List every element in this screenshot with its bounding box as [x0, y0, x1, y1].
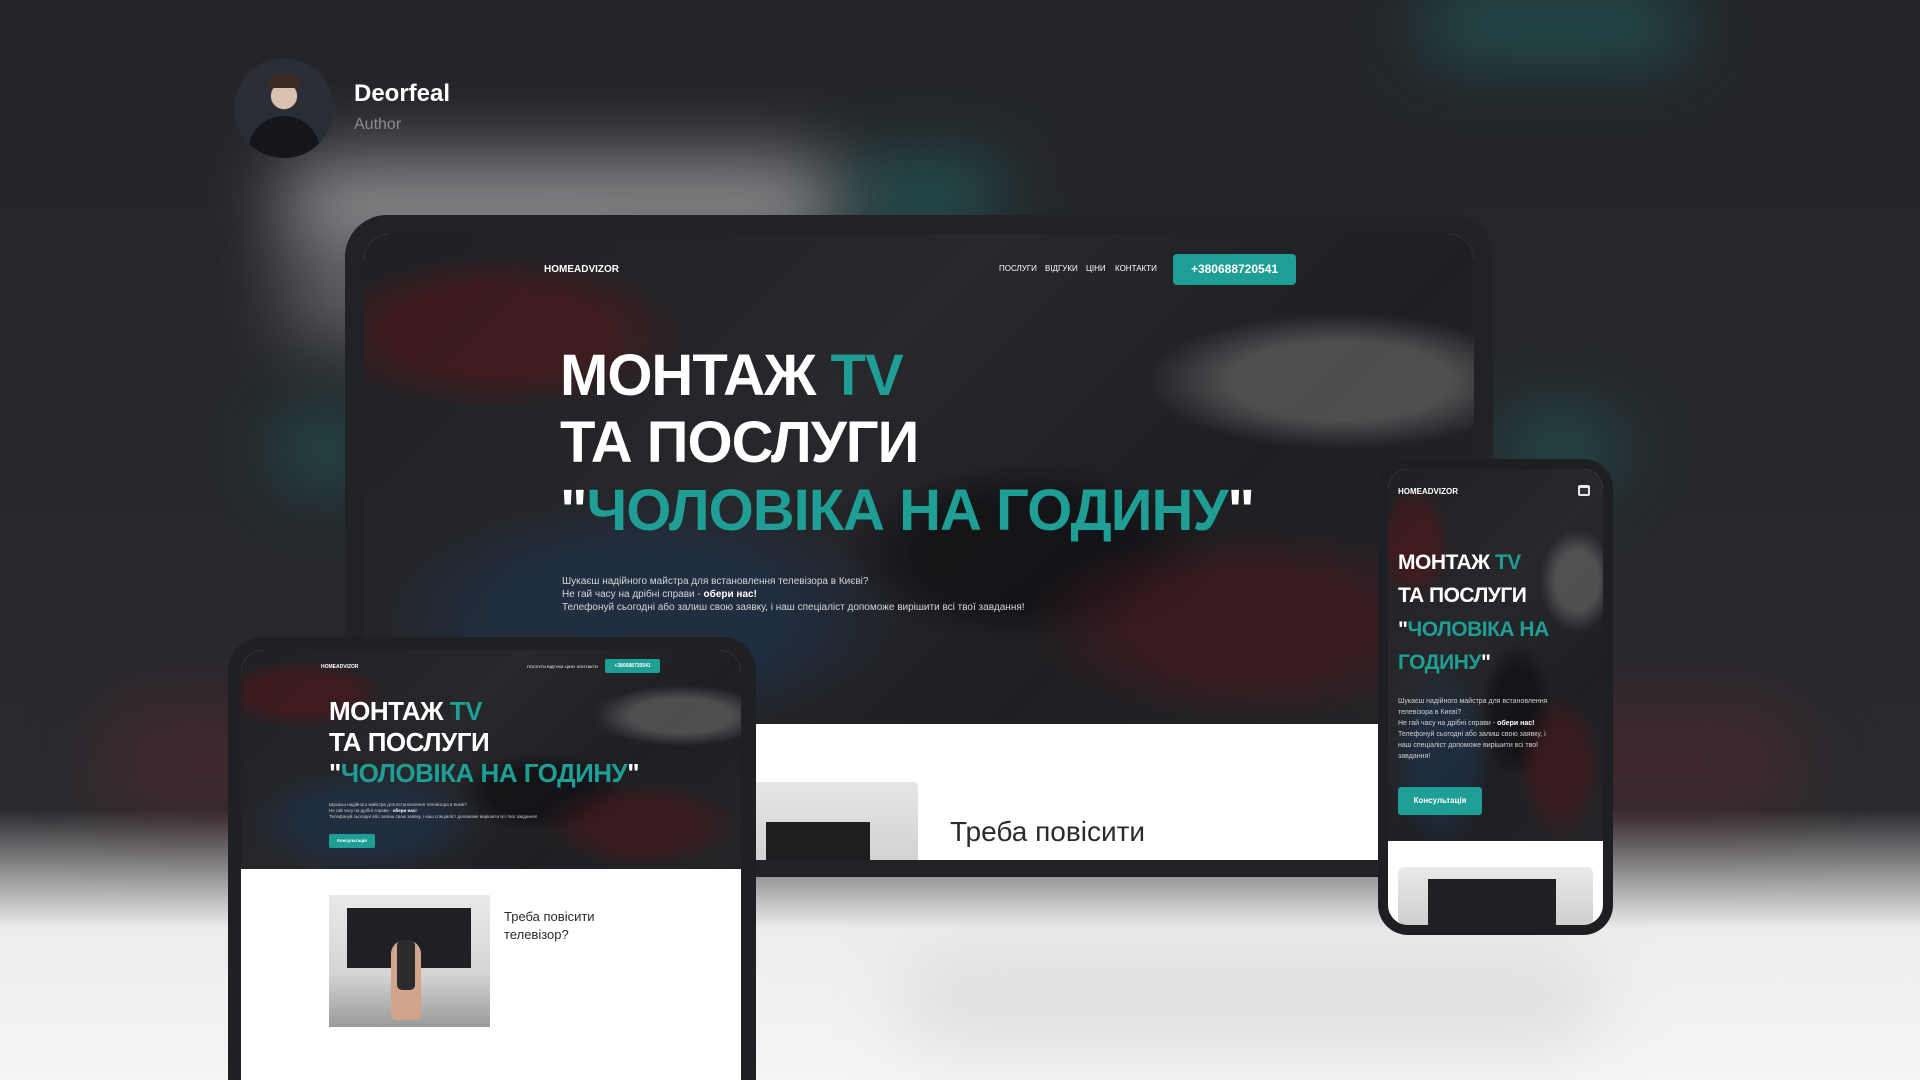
tablet-nav-reviews[interactable]: ВІДГУКИ: [547, 664, 563, 669]
card-title: Треба повісити: [950, 816, 1146, 847]
tv-screen: [766, 822, 870, 860]
nav-reviews[interactable]: ВІДГУКИ: [1045, 264, 1078, 273]
phone-button[interactable]: +380688720541: [1173, 254, 1296, 285]
nav-contacts[interactable]: КОНТАКТИ: [1115, 264, 1157, 273]
phone-hero-text-5: наш спеціаліст допоможе вирішити всі тво…: [1398, 742, 1539, 749]
tablet-site-logo[interactable]: HOMEADVIZOR: [321, 664, 359, 670]
author-role: Author: [354, 116, 402, 133]
hero-text-2: Не гай часу на дрібні справи - обери нас…: [562, 589, 757, 600]
tablet-hero-section: HOMEADVIZOR ПОСЛУГИ ВІДГУКИ ЦІНИ КОНТАКТ…: [241, 650, 741, 869]
tablet-hero-text-2: Не гай часу на дрібні справи - обери нас…: [329, 808, 417, 813]
tablet-hero-title-line1: МОНТАЖ TV: [329, 696, 483, 726]
hero-title-line3: "ЧОЛОВІКА НА ГОДИНУ": [560, 478, 1255, 543]
hero-text-3: Телефонуй сьогодні або залиш свою заявку…: [562, 602, 1025, 613]
phone-hero-text-6: завдання!: [1398, 753, 1431, 760]
tablet-hero-text-1: Шукаєш надійного майстра для встановленн…: [329, 802, 467, 807]
phone-hero-text-3: Не гай часу на дрібні справи - обери нас…: [1398, 720, 1535, 727]
avatar-body: [248, 116, 320, 158]
hero-text-1: Шукаєш надійного майстра для встановленн…: [562, 576, 869, 587]
site-logo[interactable]: HOMEADVIZOR: [544, 264, 619, 275]
hero-title-line1: МОНТАЖ TV: [560, 343, 904, 408]
hamburger-menu-icon[interactable]: [1578, 485, 1590, 496]
phone-hero-title-line4: ГОДИНУ": [1398, 651, 1491, 674]
tablet-phone-button[interactable]: +380688720541: [605, 659, 660, 673]
phone-hero-title-line1: МОНТАЖ TV: [1398, 551, 1521, 574]
phone-hero-title-line2: ТА ПОСЛУГИ: [1398, 584, 1527, 607]
phone-hero-section: HOMEADVIZOR МОНТАЖ TV ТА ПОСЛУГИ "ЧОЛОВІ…: [1388, 469, 1603, 841]
tablet-nav-contacts[interactable]: КОНТАКТИ: [577, 664, 598, 669]
phone-screen: HOMEADVIZOR МОНТАЖ TV ТА ПОСЛУГИ "ЧОЛОВІ…: [1388, 469, 1603, 925]
tablet-screen: HOMEADVIZOR ПОСЛУГИ ВІДГУКИ ЦІНИ КОНТАКТ…: [241, 650, 741, 1080]
nav-services[interactable]: ПОСЛУГИ: [999, 264, 1037, 273]
hero-title-line2: ТА ПОСЛУГИ: [560, 410, 919, 475]
nav-prices[interactable]: ЦІНИ: [1086, 264, 1106, 273]
phone-hero-text-1: Шукаєш надійного майстра для встановленн…: [1398, 698, 1548, 705]
author-avatar[interactable]: [234, 58, 334, 158]
tablet-hero-title-line3: "ЧОЛОВІКА НА ГОДИНУ": [329, 758, 640, 788]
tablet-nav-prices[interactable]: ЦІНИ: [565, 664, 575, 669]
phone-consult-button[interactable]: Консультація: [1398, 787, 1482, 815]
tablet-card-title: Треба повісити телевізор?: [504, 909, 595, 942]
avatar-hair: [268, 74, 300, 88]
phone-hero-text-4: Телефонуй сьогодні або залиш свою заявку…: [1398, 731, 1546, 738]
phone-hero-text-2: телевізора в Києві?: [1398, 709, 1462, 716]
tablet-nav-services[interactable]: ПОСЛУГИ: [527, 664, 546, 669]
phone-site-logo[interactable]: HOMEADVIZOR: [1398, 487, 1458, 496]
tablet-hero-text-3: Телефонуй сьогодні або залиш свою заявку…: [329, 814, 538, 819]
author-name[interactable]: Deorfeal: [354, 80, 450, 108]
tablet-consult-button[interactable]: Консультація: [329, 834, 375, 848]
remote-control: [397, 940, 415, 990]
phone-hero-title-line3: "ЧОЛОВІКА НА: [1398, 618, 1549, 641]
phone-tv-screen: [1428, 879, 1556, 925]
tablet-hero-title-line2: ТА ПОСЛУГИ: [329, 727, 490, 757]
